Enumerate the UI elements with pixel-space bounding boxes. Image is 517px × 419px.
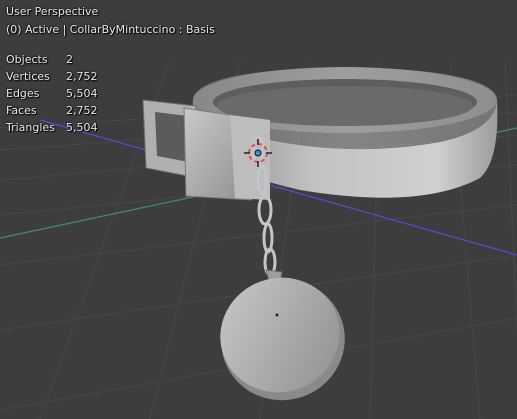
pendant-tag[interactable] <box>204 261 362 418</box>
stat-label: Faces <box>6 104 37 117</box>
stat-value: 5,504 <box>66 121 98 134</box>
pendant-vertex-icon <box>275 313 279 317</box>
scene-statistics: Objects 2 Vertices 2,752 Edges 5,504 Fac… <box>6 51 98 136</box>
stat-row-objects: Objects 2 <box>6 51 98 68</box>
stat-label: Edges <box>6 87 40 100</box>
stat-row-triangles: Triangles 5,504 <box>6 119 98 136</box>
stat-row-faces: Faces 2,752 <box>6 102 98 119</box>
active-object-label: (0) Active | CollarByMintuccino : Basis <box>6 23 215 36</box>
stat-label: Objects <box>6 53 48 66</box>
stat-value: 2,752 <box>66 104 98 117</box>
stat-value: 2,752 <box>66 70 98 83</box>
view-perspective-label: User Perspective <box>6 5 99 18</box>
stat-label: Triangles <box>6 121 55 134</box>
stat-row-vertices: Vertices 2,752 <box>6 68 98 85</box>
stat-value: 2 <box>66 53 73 66</box>
object-origin-icon[interactable] <box>254 149 262 157</box>
3d-viewport[interactable]: User Perspective (0) Active | CollarByMi… <box>0 0 517 419</box>
stat-label: Vertices <box>6 70 50 83</box>
stat-row-edges: Edges 5,504 <box>6 85 98 102</box>
stat-value: 5,504 <box>66 87 98 100</box>
